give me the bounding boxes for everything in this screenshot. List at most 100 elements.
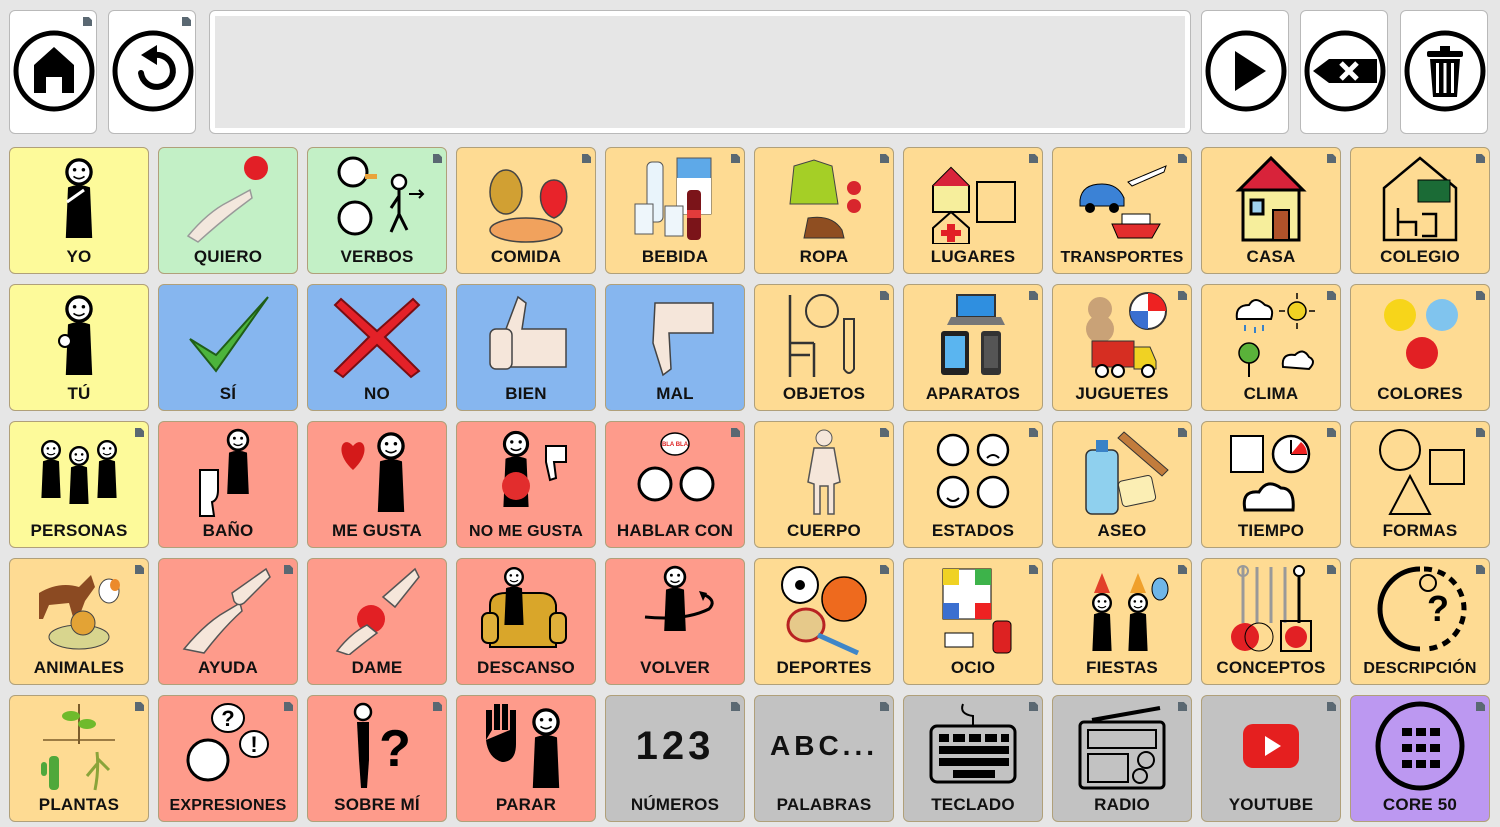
person-pointing-self-icon bbox=[10, 152, 148, 244]
tile-comida[interactable]: COMIDA bbox=[456, 147, 596, 274]
speak-button[interactable] bbox=[1201, 10, 1289, 134]
tile-label: CONCEPTOS bbox=[1216, 658, 1326, 677]
tile-label: CUERPO bbox=[787, 521, 861, 540]
tile-no[interactable]: NO bbox=[307, 284, 447, 411]
tile-expresiones[interactable]: ?! EXPRESIONES bbox=[158, 695, 298, 822]
tile-lugares[interactable]: LUGARES bbox=[903, 147, 1043, 274]
food-icon bbox=[457, 152, 595, 244]
tile-core-50[interactable]: CORE 50 bbox=[1350, 695, 1490, 822]
checkmark-icon bbox=[159, 289, 297, 381]
tile-sobre-mí[interactable]: ? SOBRE MÍ bbox=[307, 695, 447, 822]
back-button[interactable] bbox=[108, 10, 196, 134]
objects-icon bbox=[755, 289, 893, 381]
tile-colores[interactable]: COLORES bbox=[1350, 284, 1490, 411]
tile-youtube[interactable]: YOUTUBE bbox=[1201, 695, 1341, 822]
clear-button[interactable] bbox=[1400, 10, 1488, 134]
tile-ocio[interactable]: OCIO bbox=[903, 558, 1043, 685]
tile-estados[interactable]: ESTADOS bbox=[903, 421, 1043, 548]
svg-text:BLA BLA: BLA BLA bbox=[662, 442, 689, 448]
leisure-board-game-icon bbox=[904, 563, 1042, 655]
tile-verbos[interactable]: VERBOS bbox=[307, 147, 447, 274]
tile-radio[interactable]: RADIO bbox=[1052, 695, 1192, 822]
tile-plantas[interactable]: PLANTAS bbox=[9, 695, 149, 822]
tile-transportes[interactable]: TRANSPORTES bbox=[1052, 147, 1192, 274]
tile-label: ROPA bbox=[799, 247, 849, 266]
tile-label: ESTADOS bbox=[931, 521, 1015, 540]
tile-aseo[interactable]: ASEO bbox=[1052, 421, 1192, 548]
keyboard-icon bbox=[904, 700, 1042, 792]
devices-icon bbox=[904, 289, 1042, 381]
tile-baño[interactable]: BAÑO bbox=[158, 421, 298, 548]
tile-label: HABLAR CON bbox=[616, 521, 734, 540]
play-icon bbox=[1205, 30, 1287, 112]
tile-cuerpo[interactable]: CUERPO bbox=[754, 421, 894, 548]
time-icon bbox=[1202, 426, 1340, 518]
tile-label: TIEMPO bbox=[1237, 521, 1305, 540]
tile-bien[interactable]: BIEN bbox=[456, 284, 596, 411]
tile-label: MAL bbox=[656, 384, 694, 403]
tile-label: ASEO bbox=[1097, 521, 1147, 540]
tile-no-me-gusta[interactable]: NO ME GUSTA bbox=[456, 421, 596, 548]
tile-animales[interactable]: ANIMALES bbox=[9, 558, 149, 685]
tile-clima[interactable]: CLIMA bbox=[1201, 284, 1341, 411]
animals-icon bbox=[10, 563, 148, 655]
tile-conceptos[interactable]: CONCEPTOS bbox=[1201, 558, 1341, 685]
tile-quiero[interactable]: QUIERO bbox=[158, 147, 298, 274]
tile-sí[interactable]: SÍ bbox=[158, 284, 298, 411]
return-walk-icon bbox=[606, 563, 744, 655]
tile-label: SOBRE MÍ bbox=[334, 795, 420, 814]
letters-icon: ABC... bbox=[755, 700, 893, 792]
colors-icon bbox=[1351, 289, 1489, 381]
symbol-grid: YO QUIERO VERBOS COMIDA BEBIDA ROPA LUGARES TRA… bbox=[9, 147, 1490, 822]
school-icon bbox=[1351, 152, 1489, 244]
tile-dame[interactable]: DAME bbox=[307, 558, 447, 685]
tile-hablar-con[interactable]: BLA BLA HABLAR CON bbox=[605, 421, 745, 548]
tile-parar[interactable]: PARAR bbox=[456, 695, 596, 822]
tile-bebida[interactable]: BEBIDA bbox=[605, 147, 745, 274]
tile-formas[interactable]: FORMAS bbox=[1350, 421, 1490, 548]
tile-teclado[interactable]: TECLADO bbox=[903, 695, 1043, 822]
tile-tiempo[interactable]: TIEMPO bbox=[1201, 421, 1341, 548]
tile-deportes[interactable]: DEPORTES bbox=[754, 558, 894, 685]
tile-volver[interactable]: VOLVER bbox=[605, 558, 745, 685]
radio-icon bbox=[1053, 700, 1191, 792]
tile-label: NÚMEROS bbox=[630, 795, 720, 814]
tile-label: FORMAS bbox=[1382, 521, 1458, 540]
person-pointing-you-icon bbox=[10, 289, 148, 381]
tile-glyph: ABC... bbox=[770, 730, 878, 761]
shapes-icon bbox=[1351, 426, 1489, 518]
tile-label: PARAR bbox=[495, 795, 557, 814]
message-bar[interactable] bbox=[209, 10, 1191, 134]
tile-descripción[interactable]: ? DESCRIPCIÓN bbox=[1350, 558, 1490, 685]
tile-label: FIESTAS bbox=[1086, 658, 1158, 677]
tile-casa[interactable]: CASA bbox=[1201, 147, 1341, 274]
tile-colegio[interactable]: COLEGIO bbox=[1350, 147, 1490, 274]
tile-objetos[interactable]: OBJETOS bbox=[754, 284, 894, 411]
tile-tú[interactable]: TÚ bbox=[9, 284, 149, 411]
tile-label: NO ME GUSTA bbox=[469, 523, 583, 540]
tile-label: PALABRAS bbox=[776, 795, 872, 814]
numbers-icon: 123 bbox=[606, 700, 744, 792]
tile-ropa[interactable]: ROPA bbox=[754, 147, 894, 274]
tile-descanso[interactable]: DESCANSO bbox=[456, 558, 596, 685]
tile-números[interactable]: 123 NÚMEROS bbox=[605, 695, 745, 822]
tile-label: AYUDA bbox=[198, 658, 258, 677]
give-me-icon bbox=[308, 563, 446, 655]
svg-text:?: ? bbox=[1427, 588, 1449, 629]
tile-fiestas[interactable]: FIESTAS bbox=[1052, 558, 1192, 685]
tile-aparatos[interactable]: APARATOS bbox=[903, 284, 1043, 411]
backspace-button[interactable] bbox=[1300, 10, 1388, 134]
tile-mal[interactable]: MAL bbox=[605, 284, 745, 411]
tile-palabras[interactable]: ABC... PALABRAS bbox=[754, 695, 894, 822]
sports-balls-icon bbox=[755, 563, 893, 655]
stop-hand-icon bbox=[457, 700, 595, 792]
tile-label: VERBOS bbox=[340, 247, 414, 266]
home-button[interactable] bbox=[9, 10, 97, 134]
tile-me-gusta[interactable]: ME GUSTA bbox=[307, 421, 447, 548]
tile-personas[interactable]: PERSONAS bbox=[9, 421, 149, 548]
red-x-icon bbox=[308, 289, 446, 381]
tile-ayuda[interactable]: AYUDA bbox=[158, 558, 298, 685]
tile-juguetes[interactable]: JUGUETES bbox=[1052, 284, 1192, 411]
tile-yo[interactable]: YO bbox=[9, 147, 149, 274]
about-me-icon: ? bbox=[308, 700, 446, 792]
